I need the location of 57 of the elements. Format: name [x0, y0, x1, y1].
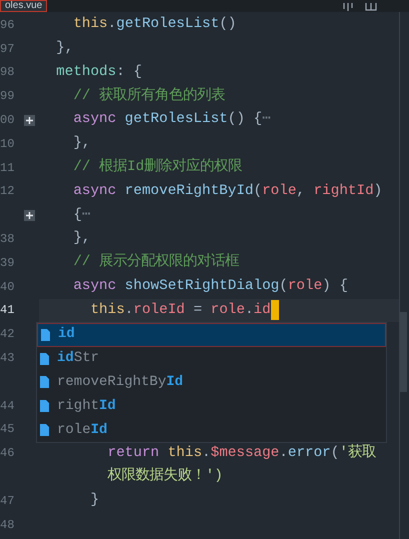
- expand-icon[interactable]: [24, 114, 35, 126]
- suggestion-item[interactable]: idStr: [37, 346, 386, 371]
- file-icon: [41, 328, 50, 341]
- line-number: 45: [0, 421, 14, 438]
- line-number: 99: [0, 88, 14, 106]
- line-number: 46: [0, 445, 14, 462]
- code-line: async showSetRightDialog(role) {: [72, 276, 348, 296]
- code-line: async getRolesList() {⋯: [72, 110, 271, 130]
- suggestion-label: id: [58, 325, 75, 344]
- suggestion-label: removeRightById: [57, 372, 184, 392]
- code-line: },: [72, 229, 90, 248]
- split-editor-icon[interactable]: [365, 3, 377, 11]
- file-icon: [40, 400, 49, 412]
- compare-icon[interactable]: [343, 3, 353, 11]
- code-line: },: [72, 134, 90, 154]
- line-number: 11: [0, 160, 14, 177]
- code-line: // 根据Id删除对应的权限: [72, 156, 242, 177]
- line-number: 48: [0, 516, 14, 534]
- code-line: // 获取所有角色的列表: [72, 86, 226, 106]
- line-number: 38: [0, 231, 14, 248]
- line-number: 43: [0, 350, 14, 368]
- line-number: 00: [0, 112, 14, 130]
- suggestion-label: idStr: [57, 349, 100, 368]
- line-number: 44: [0, 398, 14, 415]
- suggestion-item[interactable]: removeRightById: [37, 370, 386, 394]
- line-number: 10: [0, 136, 14, 153]
- line-number: 97: [0, 40, 14, 58]
- suggestion-label: rightId: [57, 396, 116, 416]
- code-line: methods: {: [55, 62, 142, 82]
- line-number: 98: [0, 64, 14, 82]
- line-number: 39: [0, 254, 14, 272]
- line-number: 40: [0, 278, 14, 296]
- file-icon: [40, 376, 49, 388]
- suggestion-item[interactable]: id: [37, 323, 386, 347]
- code-line: return this.$message.error('获取: [106, 443, 376, 463]
- scrollbar[interactable]: [400, 312, 407, 392]
- line-number: 41: [0, 302, 14, 320]
- suggestion-label: roleId: [57, 420, 108, 440]
- code-line: async removeRightById(role, rightId): [72, 182, 382, 201]
- suggestion-item[interactable]: rightId: [37, 394, 386, 418]
- code-line: this.getRolesList(): [72, 15, 236, 34]
- line-number: 42: [0, 326, 14, 344]
- file-icon: [40, 352, 49, 365]
- line-number: 96: [0, 16, 14, 34]
- line-number: 47: [0, 492, 14, 510]
- code-line: 权限数据失败！'): [106, 466, 223, 486]
- code-line: // 展示分配权限的对话框: [72, 252, 240, 272]
- code-line: }: [89, 491, 100, 510]
- file-icon: [40, 424, 49, 436]
- text-cursor: [270, 300, 279, 320]
- line-number: 12: [0, 183, 14, 200]
- code-line: this.roleId = role.id: [89, 300, 271, 320]
- code-line: {⋯: [72, 206, 91, 225]
- suggestion-item[interactable]: roleId: [37, 418, 386, 442]
- expand-icon[interactable]: [24, 210, 35, 221]
- code-line: },: [55, 38, 74, 58]
- file-tab[interactable]: oles.vue: [0, 0, 48, 12]
